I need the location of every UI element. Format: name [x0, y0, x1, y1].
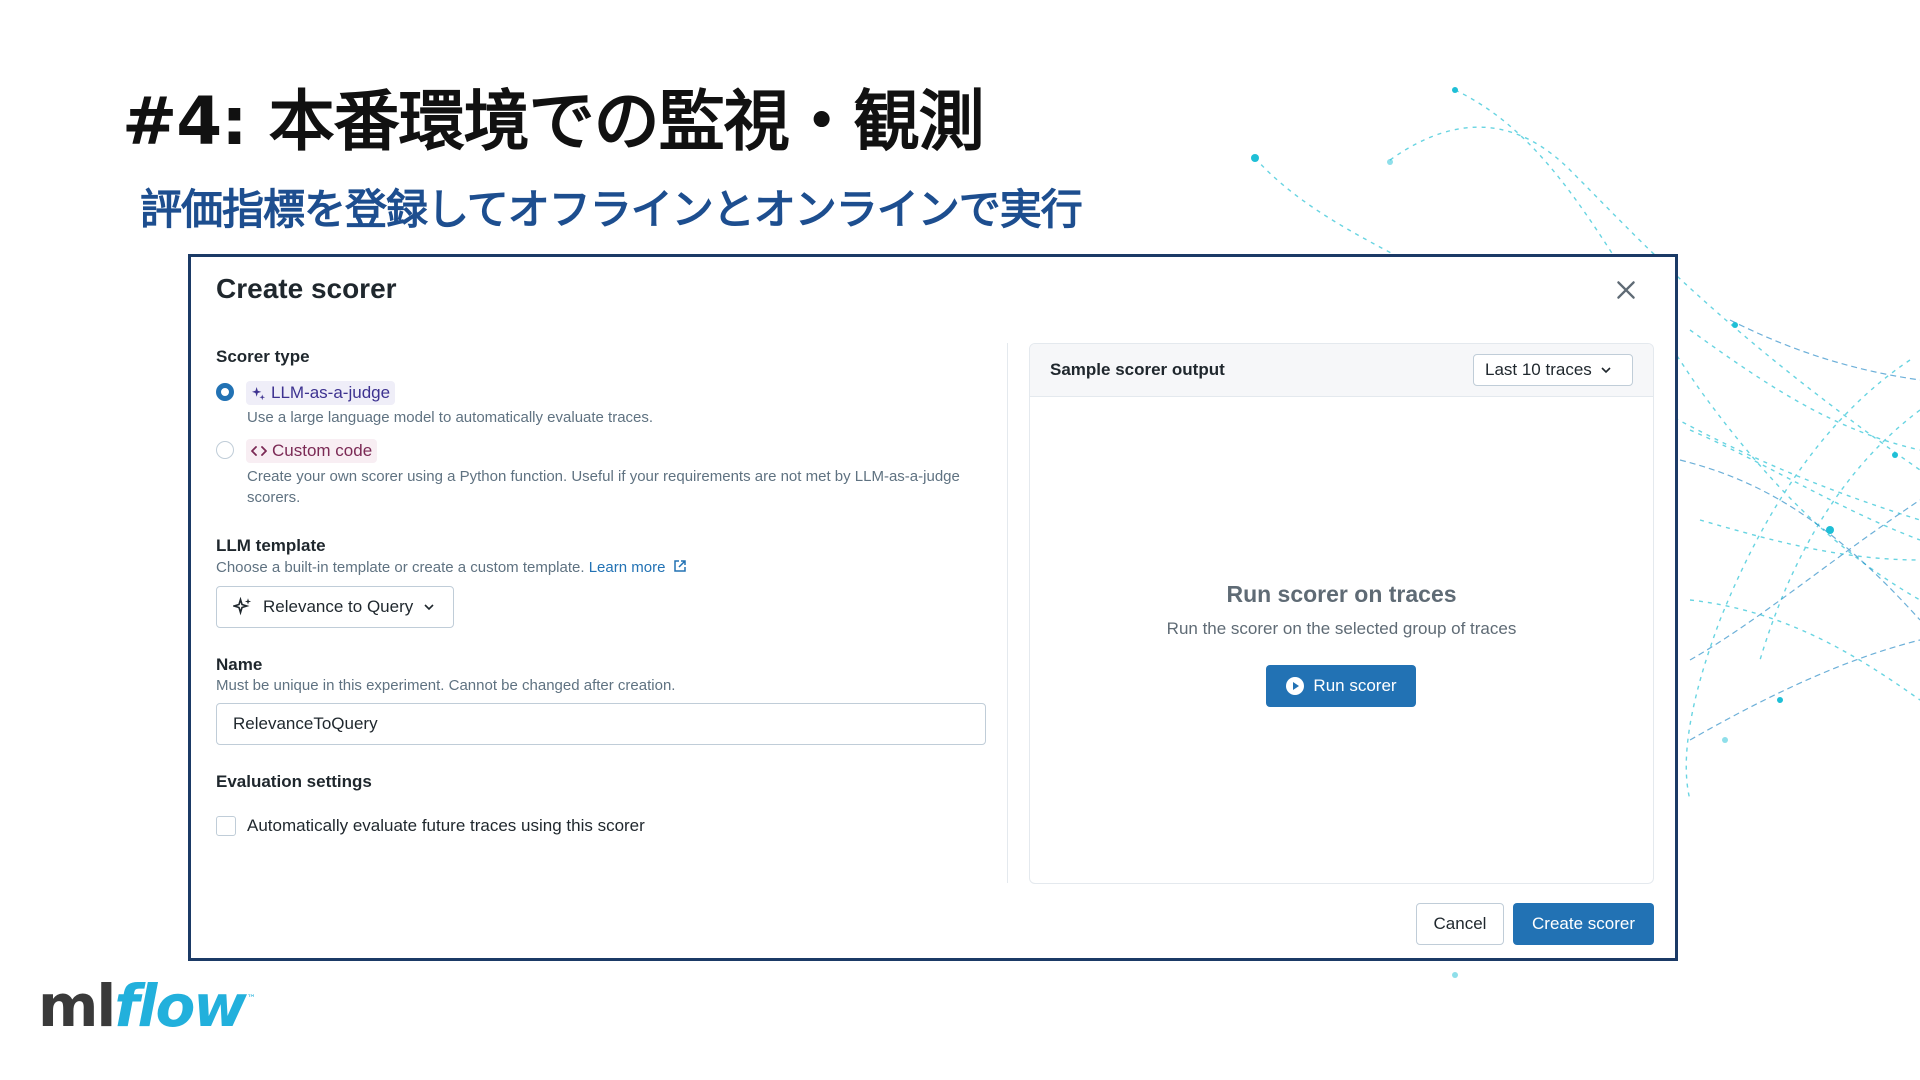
dialog-title: Create scorer — [216, 273, 397, 304]
play-icon — [1286, 677, 1305, 695]
sparkle-icon — [251, 386, 266, 400]
logo-trademark: ™ — [246, 994, 256, 1004]
name-help: Must be unique in this experiment. Canno… — [216, 677, 676, 694]
llm-template-label: LLM template — [216, 536, 326, 555]
slide-title: #4: 本番環境での監視・観測 — [122, 83, 985, 160]
template-select-value: Relevance to Query — [263, 597, 414, 616]
custom-code-label: Custom code — [272, 441, 373, 460]
run-scorer-button[interactable]: Run scorer — [1266, 665, 1416, 707]
llm-template-help: Choose a built-in template or create a c… — [216, 559, 687, 576]
custom-code-option[interactable]: Custom code — [246, 439, 378, 463]
chevron-down-icon — [1601, 367, 1611, 374]
logo-ml: ml — [38, 972, 116, 1040]
empty-state-title: Run scorer on traces — [1226, 581, 1457, 607]
llm-judge-description: Use a large language model to automatica… — [247, 409, 654, 426]
custom-code-description: Create your own scorer using a Python fu… — [247, 468, 960, 506]
panel-title: Sample scorer output — [1050, 360, 1225, 379]
llm-template-help-text: Choose a built-in template or create a c… — [216, 559, 585, 576]
sparkle-icon — [233, 597, 252, 616]
column-divider — [1007, 343, 1008, 883]
scorer-type-label: Scorer type — [216, 347, 310, 366]
external-link-icon — [673, 560, 686, 572]
close-icon[interactable] — [1613, 277, 1639, 303]
llm-judge-radio[interactable] — [216, 383, 234, 401]
auto-evaluate-label: Automatically evaluate future traces usi… — [247, 816, 645, 835]
chevron-down-icon — [424, 604, 434, 611]
code-icon — [251, 446, 267, 456]
llm-judge-option[interactable]: LLM-as-a-judge — [246, 381, 396, 405]
custom-code-radio[interactable] — [216, 441, 234, 459]
panel-header: Sample scorer output Last 10 traces — [1030, 344, 1653, 397]
sample-output-panel: Sample scorer output Last 10 traces Run … — [1029, 343, 1654, 884]
slide-subtitle: 評価指標を登録してオフラインとオンラインで実行 — [140, 185, 1083, 234]
create-scorer-dialog: Create scorer Scorer type LLM-as-a-judge… — [188, 254, 1678, 961]
cancel-button[interactable]: Cancel — [1416, 903, 1504, 945]
create-scorer-button[interactable]: Create scorer — [1513, 903, 1654, 945]
logo-flow: flow — [114, 972, 247, 1040]
auto-evaluate-checkbox[interactable] — [216, 816, 236, 836]
traces-select[interactable]: Last 10 traces — [1473, 354, 1633, 386]
learn-more-link[interactable]: Learn more — [589, 559, 687, 576]
name-label: Name — [216, 655, 263, 674]
run-scorer-label: Run scorer — [1313, 676, 1397, 695]
template-select[interactable]: Relevance to Query — [216, 586, 454, 628]
llm-judge-label: LLM-as-a-judge — [271, 383, 391, 402]
learn-more-text: Learn more — [588, 559, 666, 576]
empty-state-description: Run the scorer on the selected group of … — [1166, 619, 1517, 638]
name-input[interactable] — [216, 703, 986, 745]
mlflow-logo: ml flow ™ — [38, 968, 256, 1040]
traces-select-value: Last 10 traces — [1485, 360, 1592, 379]
evaluation-settings-label: Evaluation settings — [216, 772, 372, 791]
